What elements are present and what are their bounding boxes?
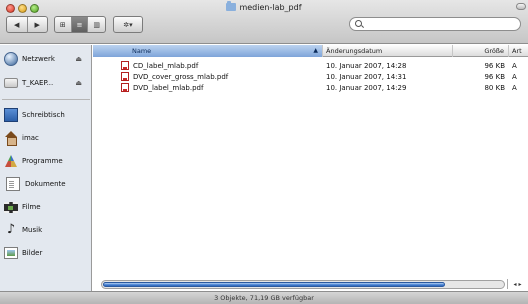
- scroll-arrows[interactable]: ◂ ▸: [507, 279, 527, 289]
- window-title: medien-lab_pdf: [0, 1, 528, 13]
- sort-ascending-icon: ▲: [313, 47, 318, 54]
- column-size-label: Größe: [484, 47, 504, 55]
- file-size: 80 KB: [484, 84, 505, 92]
- file-kind: A: [512, 84, 517, 92]
- file-modified: 10. Januar 2007, 14:31: [326, 73, 407, 81]
- back-forward-group: ◀ ▶: [6, 16, 48, 33]
- applications-icon: [4, 154, 18, 168]
- pdf-file-icon: [121, 61, 129, 70]
- sidebar-item-musik[interactable]: ♪ Musik: [0, 219, 92, 241]
- sidebar-item-label: Dokumente: [25, 180, 66, 188]
- file-size: 96 KB: [484, 73, 505, 81]
- sidebar: Netzwerk ⏏ T_KAEP... ⏏ Schreibtisch imac…: [0, 45, 92, 291]
- document-icon: [6, 177, 20, 191]
- column-name[interactable]: Name ▲: [93, 45, 323, 57]
- forward-button[interactable]: ▶: [28, 17, 48, 32]
- sidebar-item-label: Schreibtisch: [22, 111, 65, 119]
- scrollbar-thumb[interactable]: [103, 282, 445, 287]
- icon-view-button[interactable]: ⊞: [55, 17, 72, 32]
- file-modified: 10. Januar 2007, 14:28: [326, 62, 407, 70]
- search-field[interactable]: [349, 17, 521, 31]
- file-name: DVD_cover_gross_mlab.pdf: [133, 73, 229, 81]
- file-list: Name ▲ Änderungsdatum Größe Art CD_label…: [93, 45, 528, 291]
- film-icon: [4, 201, 18, 213]
- pdf-file-icon: [121, 72, 129, 81]
- sidebar-item-programme[interactable]: Programme: [0, 150, 92, 172]
- sidebar-item-label: Programme: [22, 157, 63, 165]
- sidebar-item-imac[interactable]: imac: [0, 127, 92, 149]
- pdf-file-icon: [121, 83, 129, 92]
- column-header: Name ▲ Änderungsdatum Größe Art: [93, 45, 528, 57]
- horizontal-scrollbar[interactable]: [101, 280, 505, 289]
- window-title-text: medien-lab_pdf: [239, 2, 302, 12]
- back-button[interactable]: ◀: [7, 17, 28, 32]
- action-menu-button[interactable]: ✲▾: [114, 17, 142, 32]
- file-name: CD_label_mlab.pdf: [133, 62, 199, 70]
- view-mode-group: ⊞ ≡ ▥: [54, 16, 106, 33]
- desktop-icon: [4, 108, 18, 122]
- globe-icon: [4, 52, 18, 66]
- search-icon: [355, 20, 362, 27]
- toolbar-toggle-button[interactable]: [516, 3, 526, 10]
- eject-icon[interactable]: ⏏: [75, 79, 82, 87]
- file-size: 96 KB: [484, 62, 505, 70]
- music-icon: ♪: [6, 222, 16, 237]
- drive-icon: [4, 78, 18, 88]
- folder-icon: [226, 1, 237, 11]
- file-modified: 10. Januar 2007, 14:29: [326, 84, 407, 92]
- sidebar-item-netzwerk[interactable]: Netzwerk ⏏: [0, 48, 92, 70]
- column-modified[interactable]: Änderungsdatum: [323, 45, 453, 57]
- sidebar-item-label: imac: [22, 134, 39, 142]
- pictures-icon: [4, 247, 18, 259]
- column-size[interactable]: Größe: [453, 45, 509, 57]
- sidebar-item-schreibtisch[interactable]: Schreibtisch: [0, 104, 92, 126]
- file-name: DVD_label_mlab.pdf: [133, 84, 204, 92]
- finder-window: medien-lab_pdf ◀ ▶ ⊞ ≡ ▥ ✲▾ Netzwerk ⏏ T…: [0, 0, 528, 304]
- table-row[interactable]: CD_label_mlab.pdf 10. Januar 2007, 14:28…: [93, 61, 528, 71]
- title-toolbar-area: medien-lab_pdf ◀ ▶ ⊞ ≡ ▥ ✲▾: [0, 0, 528, 44]
- sidebar-item-label: Bilder: [22, 249, 43, 257]
- status-text: 3 Objekte, 71,19 GB verfügbar: [214, 294, 314, 302]
- sidebar-item-label: T_KAEP...: [22, 79, 54, 87]
- sidebar-item-label: Filme: [22, 203, 41, 211]
- sidebar-item-bilder[interactable]: Bilder: [0, 242, 92, 264]
- list-view-button[interactable]: ≡: [71, 17, 89, 32]
- column-kind[interactable]: Art: [509, 45, 528, 57]
- sidebar-item-filme[interactable]: Filme: [0, 196, 92, 218]
- action-menu-group: ✲▾: [113, 16, 143, 33]
- file-kind: A: [512, 62, 517, 70]
- table-row[interactable]: DVD_cover_gross_mlab.pdf 10. Januar 2007…: [93, 72, 528, 82]
- home-icon: [4, 131, 18, 146]
- sidebar-item-t-kaep[interactable]: T_KAEP... ⏏: [0, 72, 92, 94]
- sidebar-divider: [2, 99, 90, 100]
- status-bar: 3 Objekte, 71,19 GB verfügbar: [0, 291, 528, 304]
- column-modified-label: Änderungsdatum: [326, 47, 383, 55]
- column-view-button[interactable]: ▥: [88, 17, 105, 32]
- sidebar-item-dokumente[interactable]: Dokumente: [0, 173, 92, 195]
- file-kind: A: [512, 73, 517, 81]
- column-kind-label: Art: [512, 47, 522, 55]
- sidebar-item-label: Musik: [22, 226, 43, 234]
- sidebar-item-label: Netzwerk: [22, 55, 55, 63]
- eject-icon[interactable]: ⏏: [75, 55, 82, 63]
- table-row[interactable]: DVD_label_mlab.pdf 10. Januar 2007, 14:2…: [93, 83, 528, 93]
- column-name-label: Name: [132, 47, 152, 55]
